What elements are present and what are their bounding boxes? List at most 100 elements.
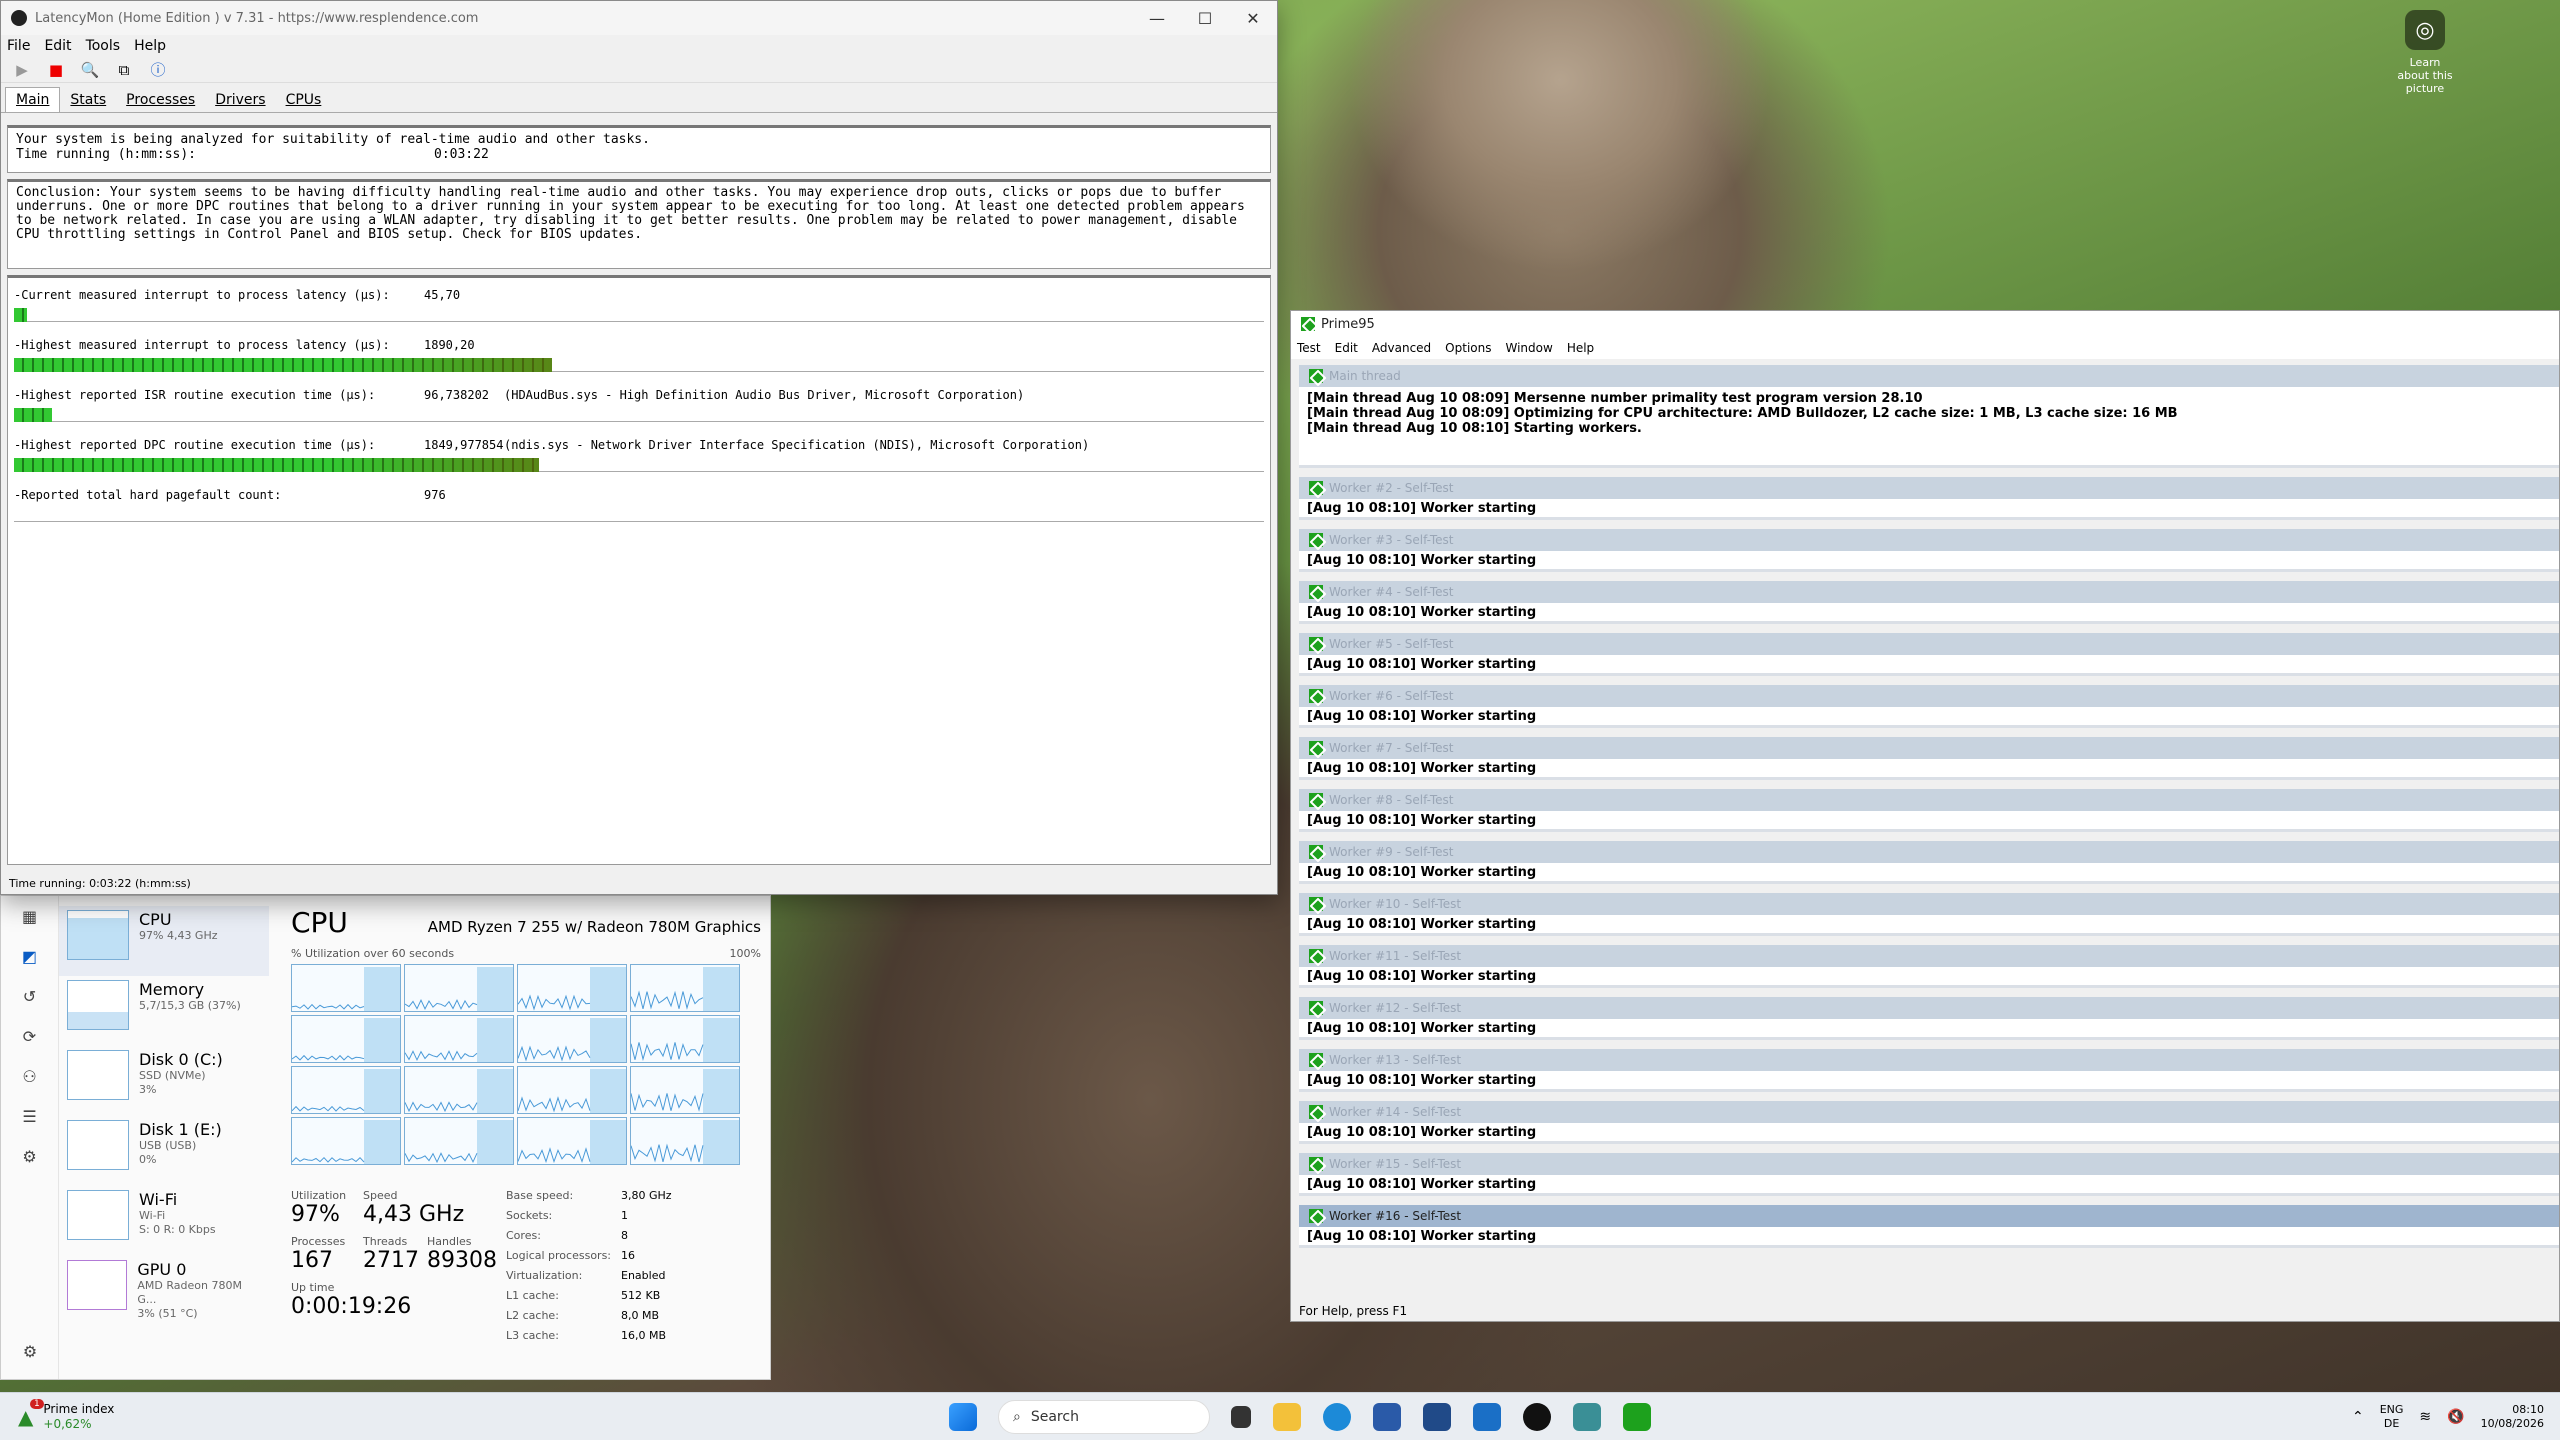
- latencymon-app-icon: [11, 10, 27, 26]
- worker-titlebar[interactable]: Worker #12 - Self-Test: [1299, 997, 2559, 1019]
- menu-item-edit[interactable]: Edit: [44, 38, 71, 54]
- maximize-button[interactable]: ☐: [1181, 9, 1229, 28]
- calculator-icon[interactable]: [1423, 1402, 1451, 1431]
- performance-icon[interactable]: ◩: [1, 936, 58, 976]
- start-icon[interactable]: [949, 1402, 977, 1431]
- users-icon[interactable]: ⚇: [1, 1056, 58, 1096]
- snipping-tool-icon[interactable]: [1573, 1402, 1601, 1431]
- store-icon[interactable]: [1373, 1402, 1401, 1431]
- tab-cpus[interactable]: CPUs: [276, 88, 332, 112]
- menu-item-tools[interactable]: Tools: [86, 38, 121, 54]
- resource-disk-1-e[interactable]: Disk 1 (E:) USB (USB) 0%: [59, 1116, 269, 1186]
- search-box[interactable]: ⌕ Search: [998, 1399, 1210, 1434]
- worker-icon: [1309, 585, 1323, 599]
- close-button[interactable]: ✕: [1229, 9, 1277, 28]
- latencymon-titlebar[interactable]: LatencyMon (Home Edition ) v 7.31 - http…: [1, 1, 1277, 35]
- stop-icon[interactable]: ■: [45, 59, 67, 81]
- spec-row: L1 cache: 512 KB: [506, 1289, 672, 1309]
- worker-title: Worker #9 - Self-Test: [1329, 845, 1454, 859]
- resource-text: Memory 5,7/15,3 GB (37%): [139, 980, 241, 1013]
- cpu-core-graph: [630, 964, 740, 1012]
- prime95-task-icon[interactable]: [1623, 1402, 1651, 1431]
- resource-disk-0-c[interactable]: Disk 0 (C:) SSD (NVMe) 3%: [59, 1046, 269, 1116]
- threads-label: Threads: [363, 1235, 408, 1248]
- clock-date[interactable]: 10/08/2026: [2481, 1417, 2544, 1431]
- widget-prime-index[interactable]: ▲ 1 Prime index +0,62%: [18, 1398, 938, 1432]
- menu-item-help[interactable]: Help: [134, 38, 166, 54]
- keyboard-layout[interactable]: DE: [2380, 1417, 2404, 1431]
- resource-thumbnail: [67, 910, 129, 960]
- app-history-icon[interactable]: ↺: [1, 976, 58, 1016]
- remote-desktop-icon[interactable]: [1473, 1402, 1501, 1431]
- resource-gpu-0[interactable]: GPU 0 AMD Radeon 780M G... 3% (51 °C): [59, 1256, 269, 1326]
- file-explorer-icon[interactable]: [1273, 1402, 1301, 1431]
- task-view-icon[interactable]: [1231, 1405, 1251, 1428]
- latencymon-task-icon[interactable]: [1523, 1402, 1551, 1431]
- p95-menu-advanced[interactable]: Advanced: [1372, 341, 1431, 355]
- analyze-icon[interactable]: 🔍: [79, 59, 101, 81]
- worker-titlebar[interactable]: Worker #16 - Self-Test: [1299, 1205, 2559, 1227]
- latency-row: -Highest measured interrupt to process l…: [14, 328, 1264, 352]
- spec-row: Sockets: 1: [506, 1209, 672, 1229]
- resource-wi-fi[interactable]: Wi-Fi Wi-Fi S: 0 R: 0 Kbps: [59, 1186, 269, 1256]
- spec-key: Base speed:: [506, 1189, 574, 1202]
- resource-memory[interactable]: Memory 5,7/15,3 GB (37%): [59, 976, 269, 1046]
- p95-menu-edit[interactable]: Edit: [1335, 341, 1358, 355]
- latency-driver: (ndis.sys - Network Driver Interface Spe…: [504, 438, 1090, 452]
- learn-about-picture-icon[interactable]: ◎ Learn about this picture: [2396, 10, 2454, 95]
- task-manager-rail: ▦ ◩ ↺ ⟳ ⚇ ☰ ⚙ ⚙: [1, 896, 59, 1379]
- worker-titlebar[interactable]: Worker #14 - Self-Test: [1299, 1101, 2559, 1123]
- worker-titlebar[interactable]: Worker #3 - Self-Test: [1299, 529, 2559, 551]
- cpu-core-graph: [291, 1066, 401, 1114]
- prime95-titlebar[interactable]: Prime95: [1291, 311, 2559, 337]
- worker-titlebar[interactable]: Worker #2 - Self-Test: [1299, 477, 2559, 499]
- worker-titlebar[interactable]: Worker #4 - Self-Test: [1299, 581, 2559, 603]
- worker-titlebar[interactable]: Worker #6 - Self-Test: [1299, 685, 2559, 707]
- worker-pane: Worker #13 - Self-Test [Aug 10 08:10] Wor…: [1299, 1049, 2559, 1092]
- worker-titlebar[interactable]: Worker #5 - Self-Test: [1299, 633, 2559, 655]
- resource-detail-2: 3% (51 °C): [137, 1307, 198, 1320]
- settings-icon[interactable]: ⚙: [1, 1331, 59, 1371]
- language-code[interactable]: ENG: [2380, 1403, 2404, 1417]
- worker-titlebar[interactable]: Worker #15 - Self-Test: [1299, 1153, 2559, 1175]
- p95-menu-window[interactable]: Window: [1505, 341, 1552, 355]
- menu-item-file[interactable]: File: [7, 38, 30, 54]
- resource-cpu[interactable]: CPU 97% 4,43 GHz: [59, 906, 269, 976]
- worker-log: [Aug 10 08:10] Worker starting: [1299, 1175, 2559, 1193]
- worker-titlebar[interactable]: Worker #9 - Self-Test: [1299, 841, 2559, 863]
- details-icon[interactable]: ☰: [1, 1096, 58, 1136]
- worker-title: Worker #15 - Self-Test: [1329, 1157, 1462, 1171]
- spec-key: L2 cache:: [506, 1309, 559, 1322]
- worker-titlebar[interactable]: Worker #7 - Self-Test: [1299, 737, 2559, 759]
- worker-titlebar[interactable]: Worker #13 - Self-Test: [1299, 1049, 2559, 1071]
- spec-key: Virtualization:: [506, 1269, 583, 1282]
- chevron-up-icon[interactable]: ⌃: [2352, 1409, 2364, 1425]
- p95-menu-test[interactable]: Test: [1297, 341, 1321, 355]
- play-icon[interactable]: ▶: [11, 59, 33, 81]
- tab-drivers[interactable]: Drivers: [205, 88, 275, 112]
- services-icon[interactable]: ⚙: [1, 1136, 58, 1176]
- edge-icon[interactable]: [1323, 1402, 1351, 1431]
- resource-name: Wi-Fi: [139, 1190, 178, 1209]
- p95-menu-help[interactable]: Help: [1567, 341, 1594, 355]
- clock-time[interactable]: 08:10: [2481, 1403, 2544, 1417]
- help-icon[interactable]: ⓘ: [147, 59, 169, 81]
- copy-icon[interactable]: ⧉: [113, 59, 135, 81]
- wifi-icon[interactable]: ≋: [2419, 1409, 2431, 1425]
- tab-stats[interactable]: Stats: [60, 88, 116, 112]
- worker-title: Worker #13 - Self-Test: [1329, 1053, 1462, 1067]
- main-thread-titlebar[interactable]: Main thread: [1299, 365, 2559, 387]
- latencymon-menubar: File Edit Tools Help: [1, 35, 1277, 57]
- tab-main[interactable]: Main: [5, 87, 61, 112]
- volume-muted-icon[interactable]: 🔇: [2447, 1409, 2464, 1425]
- resource-detail-2: S: 0 R: 0 Kbps: [139, 1223, 216, 1236]
- processes-icon[interactable]: ▦: [1, 896, 58, 936]
- worker-titlebar[interactable]: Worker #11 - Self-Test: [1299, 945, 2559, 967]
- worker-titlebar[interactable]: Worker #10 - Self-Test: [1299, 893, 2559, 915]
- worker-titlebar[interactable]: Worker #8 - Self-Test: [1299, 789, 2559, 811]
- p95-menu-options[interactable]: Options: [1445, 341, 1491, 355]
- graph-max-label: 100%: [729, 947, 761, 960]
- tab-processes[interactable]: Processes: [116, 88, 205, 112]
- minimize-button[interactable]: —: [1133, 9, 1181, 28]
- startup-apps-icon[interactable]: ⟳: [1, 1016, 58, 1056]
